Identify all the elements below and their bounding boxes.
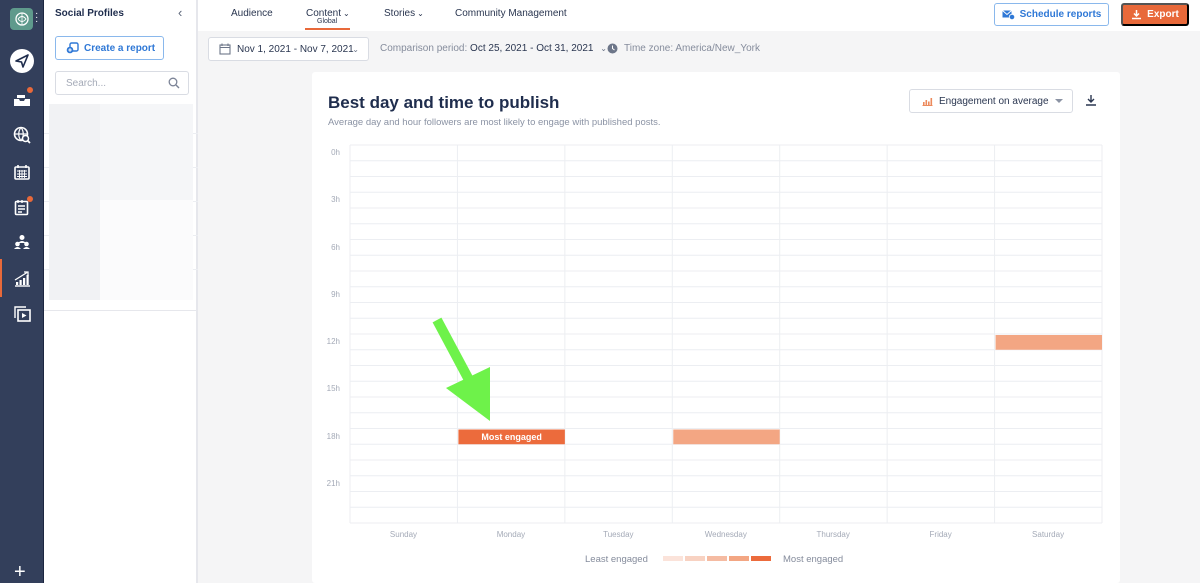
tab-community-management[interactable]: Community Management <box>455 8 567 19</box>
rail-item-inbox[interactable] <box>0 85 44 115</box>
chevron-down-icon: ⌄ <box>417 9 424 18</box>
y-tick-label: 9h <box>331 289 340 299</box>
y-tick-label: 18h <box>326 431 340 441</box>
x-tick-label: Monday <box>496 530 526 539</box>
bar-chart-icon <box>14 271 30 287</box>
media-library-icon <box>13 306 31 322</box>
x-tick-label: Sunday <box>389 530 418 539</box>
more-options-icon[interactable]: · · · <box>35 9 38 27</box>
metric-selector-value: Engagement on average <box>939 95 1049 107</box>
search-icon <box>168 77 180 89</box>
legend-min-label: Least engaged <box>585 554 648 565</box>
x-tick-label: Thursday <box>816 530 850 539</box>
export-button[interactable]: Export <box>1121 3 1189 26</box>
left-nav-rail: · · · + <box>0 0 44 583</box>
best-time-card: Best day and time to publish Average day… <box>312 72 1120 583</box>
rail-item-publish[interactable] <box>0 46 44 76</box>
y-tick-label: 15h <box>326 384 340 394</box>
x-tick-label: Friday <box>929 530 952 539</box>
y-tick-label: 12h <box>326 337 340 346</box>
workspace-logo[interactable] <box>10 8 33 30</box>
brain-logo-icon <box>14 12 29 26</box>
profile-search-input[interactable]: Search... <box>55 71 189 95</box>
search-placeholder: Search... <box>66 77 107 89</box>
rail-item-media[interactable] <box>0 299 44 329</box>
schedule-reports-label: Schedule reports <box>1019 9 1102 20</box>
app: · · · + Social Profiles ‹ Create a repor… <box>0 0 1200 583</box>
calendar-icon <box>219 43 231 55</box>
rail-item-analytics[interactable] <box>0 259 44 297</box>
paper-plane-icon <box>15 54 29 68</box>
y-tick-label: 6h <box>331 242 340 252</box>
chevron-down-icon: ⌄ <box>352 44 359 54</box>
notification-badge <box>27 196 33 202</box>
chevron-down-icon: ⌄ <box>343 9 350 18</box>
legend-swatch <box>729 556 749 561</box>
clock-icon <box>607 43 618 54</box>
timezone-info: Time zone: America/New_York <box>607 43 760 54</box>
divider <box>44 310 198 311</box>
legend-max-label: Most engaged <box>783 554 844 565</box>
x-tick-label: Tuesday <box>603 530 634 539</box>
date-range-picker[interactable]: Nov 1, 2021 - Nov 7, 2021 ⌄ <box>208 37 369 61</box>
chevron-left-icon[interactable]: ‹ <box>178 5 182 20</box>
card-title: Best day and time to publish <box>328 93 560 112</box>
profiles-loading-skeleton <box>49 104 193 300</box>
calendar-icon <box>14 165 30 180</box>
download-icon <box>1132 10 1142 20</box>
active-tab-indicator <box>305 28 350 30</box>
chevron-down-icon: ⌄ <box>600 44 607 53</box>
date-range-value: Nov 1, 2021 - Nov 7, 2021 <box>237 43 354 55</box>
rail-item-listening[interactable] <box>0 120 44 150</box>
caret-down-icon <box>1055 99 1063 103</box>
notification-badge <box>27 87 33 93</box>
y-tick-label: 0h <box>331 148 340 157</box>
report-add-icon <box>66 42 79 54</box>
bar-chart-icon <box>922 97 933 106</box>
legend-swatch <box>751 556 771 561</box>
card-subtitle: Average day and hour followers are most … <box>328 117 661 128</box>
globe-search-icon <box>13 126 31 144</box>
legend-swatch <box>663 556 683 561</box>
x-tick-label: Saturday <box>1032 530 1065 539</box>
inbox-icon <box>14 95 30 106</box>
comparison-period[interactable]: Comparison period: Oct 25, 2021 - Oct 31… <box>380 43 607 54</box>
top-nav: Audience Content ⌄ Global Stories ⌄ Commun… <box>198 0 1200 31</box>
x-tick-label: Wednesday <box>704 530 747 539</box>
comparison-period-value: Oct 25, 2021 - Oct 31, 2021 <box>470 43 594 54</box>
legend-swatch <box>707 556 727 561</box>
panel-title: Social Profiles <box>55 8 124 19</box>
create-report-button[interactable]: Create a report <box>55 36 164 60</box>
tab-content-sub: Global <box>317 18 338 25</box>
y-tick-label: 3h <box>331 195 340 205</box>
rail-item-audience[interactable] <box>0 227 44 257</box>
most-engaged-label: Most engaged <box>481 431 542 442</box>
rail-item-tasks[interactable] <box>0 192 44 222</box>
mail-clock-icon <box>1001 9 1015 20</box>
rail-item-calendar[interactable] <box>0 157 44 187</box>
legend-swatch <box>685 556 705 561</box>
tab-stories[interactable]: Stories ⌄ <box>384 8 424 19</box>
metric-selector[interactable]: Engagement on average <box>909 89 1073 113</box>
social-profiles-panel: Social Profiles ‹ Create a report Search… <box>44 0 198 583</box>
people-icon <box>14 235 30 249</box>
schedule-reports-button[interactable]: Schedule reports <box>994 3 1109 26</box>
y-tick-label: 21h <box>326 478 340 488</box>
add-icon[interactable]: + <box>14 562 26 582</box>
tab-audience[interactable]: Audience <box>231 8 273 19</box>
download-icon[interactable] <box>1085 94 1097 106</box>
export-label: Export <box>1147 9 1179 20</box>
create-report-label: Create a report <box>84 42 156 54</box>
